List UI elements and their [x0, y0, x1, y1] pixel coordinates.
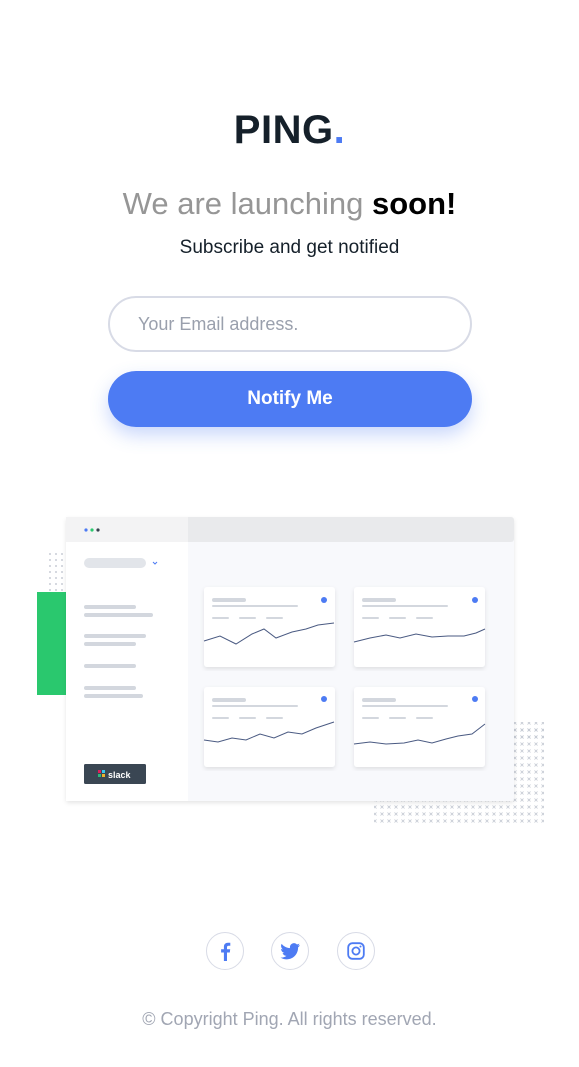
twitter-icon: [280, 942, 300, 959]
x-pattern-right: [514, 722, 544, 742]
instagram-link[interactable]: [337, 932, 375, 970]
dashboard-illustration: slack: [37, 517, 544, 823]
copyright-text: © Copyright Ping. All rights reserved.: [142, 1009, 437, 1029]
notify-me-button[interactable]: Notify Me: [108, 371, 472, 427]
facebook-icon: [221, 942, 231, 961]
slack-label: slack: [108, 770, 132, 780]
email-input[interactable]: [108, 296, 472, 352]
sidebar-dropdown: [84, 558, 146, 568]
chart-card-4: [353, 687, 486, 767]
chart-card-1: [203, 587, 335, 667]
facebook-link[interactable]: [206, 932, 244, 970]
brand-dot: .: [333, 108, 346, 152]
chart-card-2: [353, 587, 486, 667]
chart-card-3: [203, 687, 335, 767]
subtitle: Subscribe and get notified: [179, 237, 400, 258]
headline: We are launching soon!: [0, 184, 579, 224]
twitter-link[interactable]: [271, 932, 309, 970]
brand-name: PING: [233, 108, 334, 152]
brand-logo: PING.: [0, 108, 579, 152]
headline-bold: soon!: [371, 186, 457, 221]
instagram-icon: [347, 942, 365, 960]
headline-light: We are launching: [122, 186, 372, 221]
